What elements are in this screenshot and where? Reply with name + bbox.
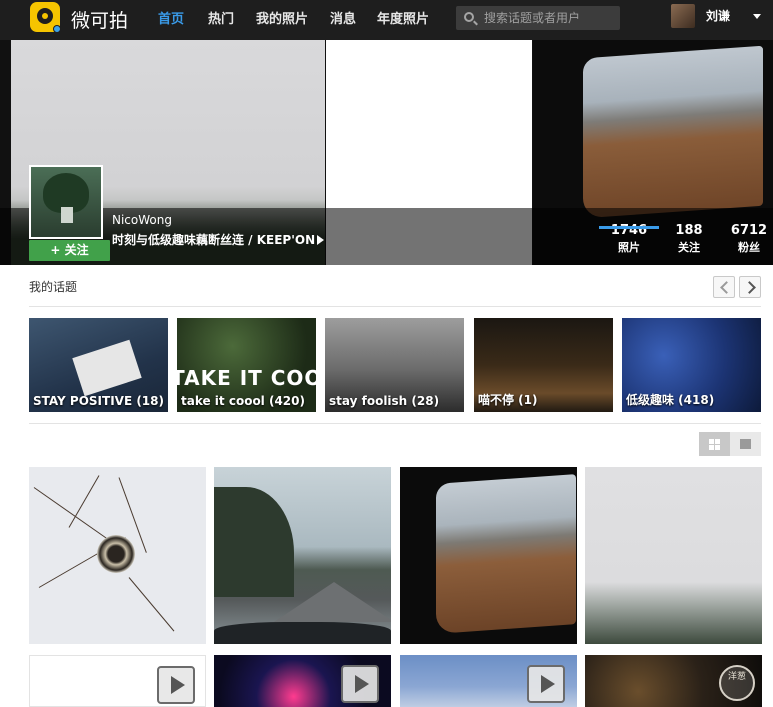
- user-avatar[interactable]: [671, 4, 695, 28]
- topic-label: take it coool (420): [181, 394, 305, 408]
- watermark-stamp: 洋葱: [719, 665, 755, 701]
- play-icon[interactable]: [341, 665, 379, 703]
- stat-following[interactable]: 188 关注: [659, 223, 719, 255]
- topic-overlay-text: TAKE IT COOO: [177, 366, 316, 390]
- topic-card[interactable]: stay foolish (28): [325, 318, 464, 412]
- list-view-icon[interactable]: [730, 432, 761, 456]
- stat-following-label: 关注: [678, 241, 700, 254]
- photo-thumbnail[interactable]: [214, 467, 391, 644]
- profile-cover: + 关注 NicoWong 时刻与低级趣味藕断丝连 / KEEP'ON 1746…: [0, 40, 773, 265]
- divider: [29, 423, 761, 424]
- video-thumbnail[interactable]: [400, 655, 577, 707]
- profile-bio-text: 时刻与低级趣味藕断丝连 / KEEP'ON: [112, 233, 316, 247]
- nav-home[interactable]: 首页: [158, 8, 184, 27]
- prev-arrow-icon[interactable]: [713, 276, 735, 298]
- top-nav: 微可拍 首页 热门 我的照片 消息 年度照片 刘谦: [0, 0, 773, 40]
- profile-avatar[interactable]: [29, 165, 103, 239]
- active-stat-indicator: [599, 226, 659, 229]
- grid-view-icon[interactable]: [699, 432, 730, 456]
- chevron-down-icon[interactable]: [753, 14, 761, 19]
- video-thumbnail[interactable]: [214, 655, 391, 707]
- photo-thumbnail[interactable]: [29, 467, 206, 644]
- profile-bio: 时刻与低级趣味藕断丝连 / KEEP'ON: [112, 231, 325, 248]
- topic-card[interactable]: 低级趣味 (418): [622, 318, 761, 412]
- photo-thumbnail[interactable]: [585, 467, 762, 644]
- user-name[interactable]: 刘谦: [706, 7, 730, 24]
- search-input[interactable]: [484, 9, 614, 27]
- next-arrow-icon[interactable]: [739, 276, 761, 298]
- topic-label: 喵不停 (1): [478, 393, 538, 407]
- stat-fans[interactable]: 6712 粉丝: [719, 223, 773, 255]
- topic-card[interactable]: TAKE IT COOO take it coool (420): [177, 318, 316, 412]
- nav-hot[interactable]: 热门: [208, 8, 234, 27]
- play-icon: [317, 235, 325, 245]
- divider: [29, 306, 761, 307]
- photo-thumbnail[interactable]: [400, 467, 577, 644]
- topic-card[interactable]: 喵不停 (1): [474, 318, 613, 412]
- play-icon[interactable]: [527, 665, 565, 703]
- topic-label: STAY POSITIVE (18): [33, 394, 164, 408]
- nav-annual-photos[interactable]: 年度照片: [377, 8, 429, 27]
- view-toggle: [699, 432, 761, 456]
- search-icon: [464, 12, 474, 22]
- app-name[interactable]: 微可拍: [71, 6, 128, 33]
- search-box[interactable]: [456, 6, 620, 30]
- topic-label: stay foolish (28): [329, 394, 440, 408]
- stat-fans-label: 粉丝: [738, 241, 760, 254]
- profile-username[interactable]: NicoWong: [112, 213, 172, 227]
- topic-card[interactable]: STAY POSITIVE (18): [29, 318, 168, 412]
- page: 微可拍 首页 热门 我的照片 消息 年度照片 刘谦 + 关注 NicoWong …: [0, 0, 773, 707]
- nav-messages[interactable]: 消息: [330, 8, 356, 27]
- logo-badge-icon: [53, 25, 61, 33]
- topic-label: 低级趣味 (418): [626, 393, 715, 407]
- topics-title: 我的话题: [29, 280, 78, 294]
- stat-fans-count: 6712: [730, 223, 768, 238]
- stat-following-count: 188: [675, 223, 703, 238]
- stat-photos-label: 照片: [618, 241, 640, 254]
- video-thumbnail[interactable]: [29, 655, 206, 707]
- follow-button[interactable]: + 关注: [29, 240, 110, 261]
- play-icon[interactable]: [157, 666, 195, 704]
- nav-my-photos[interactable]: 我的照片: [256, 8, 308, 27]
